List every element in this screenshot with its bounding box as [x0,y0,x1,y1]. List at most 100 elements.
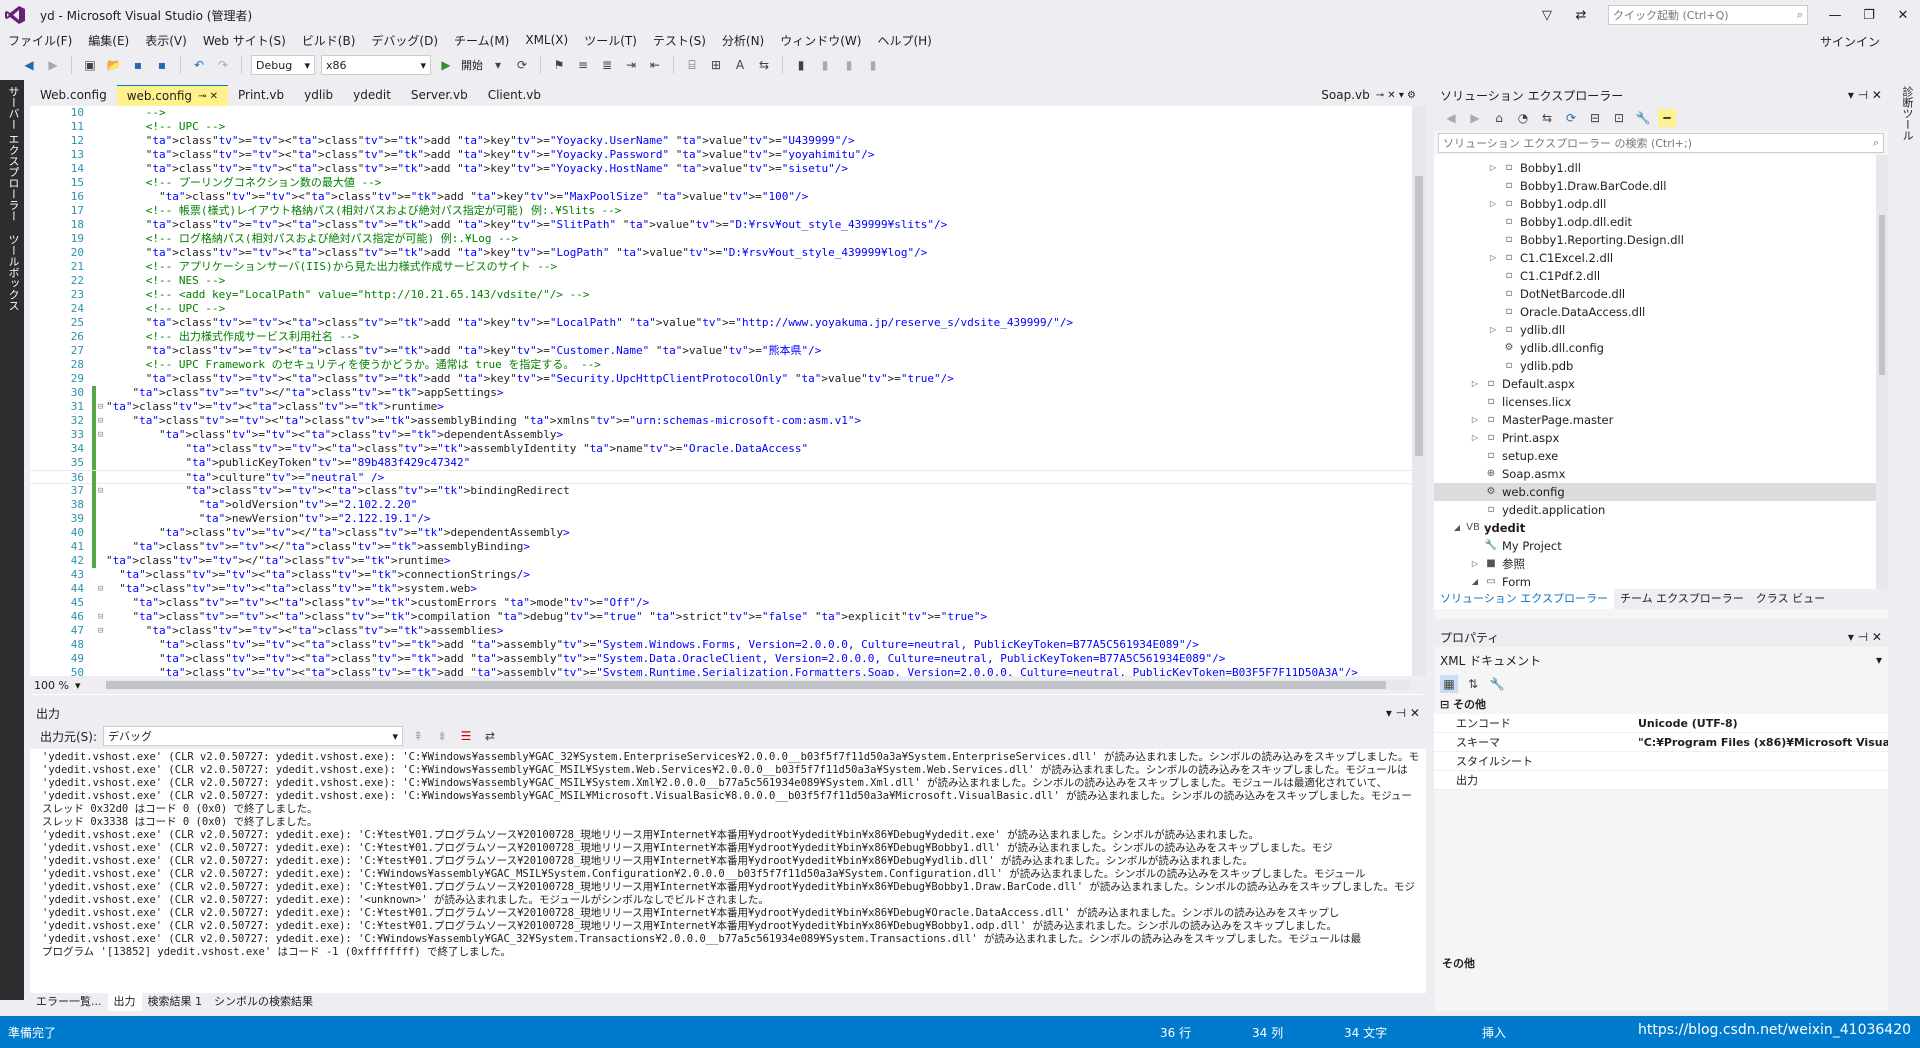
xml-icon[interactable]: ⌸ [683,56,701,74]
code-line[interactable]: 43 "ta">class"tv">="tv"><"ta">class"tv">… [30,568,1412,582]
code-line[interactable]: 37 ⊟ "ta">class"tv">="tv"><"ta">class"tv"… [30,484,1412,498]
code-line[interactable]: 10 --> [30,106,1412,120]
tree-item[interactable]: 🔧 My Project [1434,537,1888,555]
menu-item[interactable]: 編集(E) [80,32,137,49]
tool-icon[interactable]: ⇆ [755,56,773,74]
code-line[interactable]: 41 "ta">class"tv">="tv"></"ta">class"tv"… [30,540,1412,554]
server-explorer-tab[interactable]: サーバー エクスプローラー [0,80,26,228]
tree-item[interactable]: ▫ Bobby1.Draw.BarCode.dll [1434,177,1888,195]
code-line[interactable]: 44 ⊟ "ta">class"tv">="tv"><"ta">class"tv"… [30,582,1412,596]
tree-item[interactable]: ▷ ▫ Bobby1.odp.dll [1434,195,1888,213]
categorized-icon[interactable]: ▦ [1440,675,1458,693]
back-icon[interactable]: ◀ [1442,109,1460,127]
fold-icon[interactable]: ⊟ [98,414,103,428]
find-icon[interactable]: ⚑ [550,56,568,74]
expand-arrow-icon[interactable]: ▷ [1488,321,1498,339]
code-line[interactable]: 30 "ta">class"tv">="tv"></"ta">class"tv"… [30,386,1412,400]
tab-4[interactable]: ydedit [343,85,401,106]
code-line[interactable]: 31 ⊟ "ta">class"tv">="tv"><"ta">class"tv">… [30,400,1412,414]
properties-icon[interactable]: 🔧 [1634,109,1652,127]
code-line[interactable]: 34 "ta">class"tv">="tv"><"ta">class"tv">… [30,442,1412,456]
code-line[interactable]: 15 <!-- プーリングコネクション数の最大値 --> [30,176,1412,190]
back-icon[interactable]: ◀ [20,56,38,74]
menu-item[interactable]: XML(X) [517,33,576,47]
close-icon[interactable]: ⊸ ✕ [198,86,218,107]
fold-icon[interactable]: ⊟ [98,400,103,414]
expand-arrow-icon[interactable]: ▷ [1488,195,1498,213]
code-line[interactable]: 36 "ta">culture"tv">="neutral" /> [30,470,1412,485]
menu-item[interactable]: ヘルプ(H) [869,32,939,49]
menu-item[interactable]: ウィンドウ(W) [772,32,869,49]
tree-item[interactable]: ▫ ydlib.pdb [1434,357,1888,375]
clear-all-icon[interactable]: ☰ [457,727,475,745]
property-row[interactable]: スタイルシート [1434,752,1888,771]
code-line[interactable]: 23 <!-- <add key="LocalPath" value="http… [30,288,1412,302]
expand-arrow-icon[interactable]: ▷ [1470,429,1480,447]
menu-item[interactable]: ファイル(F) [0,32,80,49]
tab-soap[interactable]: Soap.vb ⊸ ✕ ▾ ⚙ [1311,85,1426,106]
refresh-icon[interactable]: ⟳ [513,56,531,74]
schema-icon[interactable]: ⊞ [707,56,725,74]
menu-item[interactable]: デバッグ(D) [363,32,446,49]
code-line[interactable]: 46 ⊟ "ta">class"tv">="tv"><"ta">class"tv"… [30,610,1412,624]
code-line[interactable]: 32 ⊟ "ta">class"tv">="tv"><"ta">class"tv"… [30,414,1412,428]
alphabetical-icon[interactable]: ⇅ [1464,675,1482,693]
redo-icon[interactable]: ↷ [214,56,232,74]
fold-icon[interactable]: ⊟ [98,484,103,498]
code-line[interactable]: 35 "ta">publicKeyToken"tv">="89b483f429c… [30,456,1412,470]
expand-arrow-icon[interactable]: ▷ [1470,411,1480,429]
prev-bookmark-icon[interactable]: ▮ [816,56,834,74]
menu-item[interactable]: 分析(N) [714,32,772,49]
tree-item[interactable]: ▫ ydedit.application [1434,501,1888,519]
forward-icon[interactable]: ▶ [44,56,62,74]
code-line[interactable]: 28 <!-- UPC Framework のセキュリティを使うかどうか。通常は… [30,358,1412,372]
code-line[interactable]: 22 <!-- NES --> [30,274,1412,288]
tree-item[interactable]: ▷ ▫ ydlib.dll [1434,321,1888,339]
tree-item[interactable]: ▫ Bobby1.odp.dll.edit [1434,213,1888,231]
code-line[interactable]: 26 <!-- 出力様式作成サービス利用社名 --> [30,330,1412,344]
properties-object-select[interactable]: XML ドキュメント ▾ [1440,649,1882,671]
next-bookmark-icon[interactable]: ▮ [840,56,858,74]
code-line[interactable]: 50 "ta">class"tv">="tv"><"ta">class"tv">… [30,666,1412,676]
editor-vertical-scrollbar[interactable] [1412,106,1426,676]
open-file-icon[interactable]: 📂 [105,56,123,74]
clear-bookmark-icon[interactable]: ▮ [864,56,882,74]
output-text[interactable]: 'ydedit.vshost.exe' (CLR v2.0.50727: yde… [30,749,1426,979]
code-line[interactable]: 48 "ta">class"tv">="tv"><"ta">class"tv">… [30,638,1412,652]
tab-controls-icon[interactable]: ⊸ ✕ ▾ ⚙ [1376,85,1416,106]
chevron-down-icon[interactable]: ▾ [489,56,507,74]
solution-scrollbar[interactable] [1876,155,1888,589]
outdent-icon[interactable]: ⇤ [646,56,664,74]
minimize-button[interactable]: — [1818,2,1852,28]
property-row[interactable]: 出力 [1434,771,1888,790]
code-line[interactable]: 24 <!-- UPC --> [30,302,1412,316]
tree-item[interactable]: ▷ ▫ Default.aspx [1434,375,1888,393]
restore-button[interactable]: ❐ [1852,2,1886,28]
tree-item[interactable]: ◢ VB ydedit [1434,519,1888,537]
expand-arrow-icon[interactable]: ▷ [1470,375,1480,393]
tab-6[interactable]: Client.vb [478,85,551,106]
property-value[interactable]: "C:¥Program Files (x86)¥Microsoft Visual… [1638,733,1888,751]
code-line[interactable]: 25 "ta">class"tv">="tv"><"ta">class"tv">… [30,316,1412,330]
tree-item[interactable]: ▷ ▫ MasterPage.master [1434,411,1888,429]
tree-item[interactable]: ▫ Oracle.DataAccess.dll [1434,303,1888,321]
prev-message-icon[interactable]: ⇞ [409,727,427,745]
code-line[interactable]: 42 "ta">class"tv">="tv"></"ta">class"tv">… [30,554,1412,568]
undo-icon[interactable]: ↶ [190,56,208,74]
code-line[interactable]: 33 ⊟ "ta">class"tv">="tv"><"ta">class"tv"… [30,428,1412,442]
next-message-icon[interactable]: ⇟ [433,727,451,745]
property-row[interactable]: エンコード Unicode (UTF-8) [1434,714,1888,733]
tree-item[interactable]: ◢ ▭ Form [1434,573,1888,589]
new-project-icon[interactable]: ▣ [81,56,99,74]
collapse-icon[interactable]: ⊟ [1586,109,1604,127]
property-value[interactable] [1638,752,1888,770]
signin-link[interactable]: サインイン [1820,33,1880,50]
code-line[interactable]: 29 "ta">class"tv">="tv"><"ta">class"tv">… [30,372,1412,386]
solution-bottom-tab[interactable]: ソリューション エクスプローラー [1434,589,1614,609]
menu-item[interactable]: Web サイト(S) [195,32,294,49]
start-icon[interactable]: ▶ [437,56,455,74]
platform-select[interactable]: x86 ▾ [321,55,431,75]
property-row[interactable]: スキーマ "C:¥Program Files (x86)¥Microsoft Vi… [1434,733,1888,752]
code-line[interactable]: 13 "ta">class"tv">="tv"><"ta">class"tv">… [30,148,1412,162]
solution-search-input[interactable]: ソリューション エクスプローラー の検索 (Ctrl+;) ⌕ [1438,133,1884,153]
